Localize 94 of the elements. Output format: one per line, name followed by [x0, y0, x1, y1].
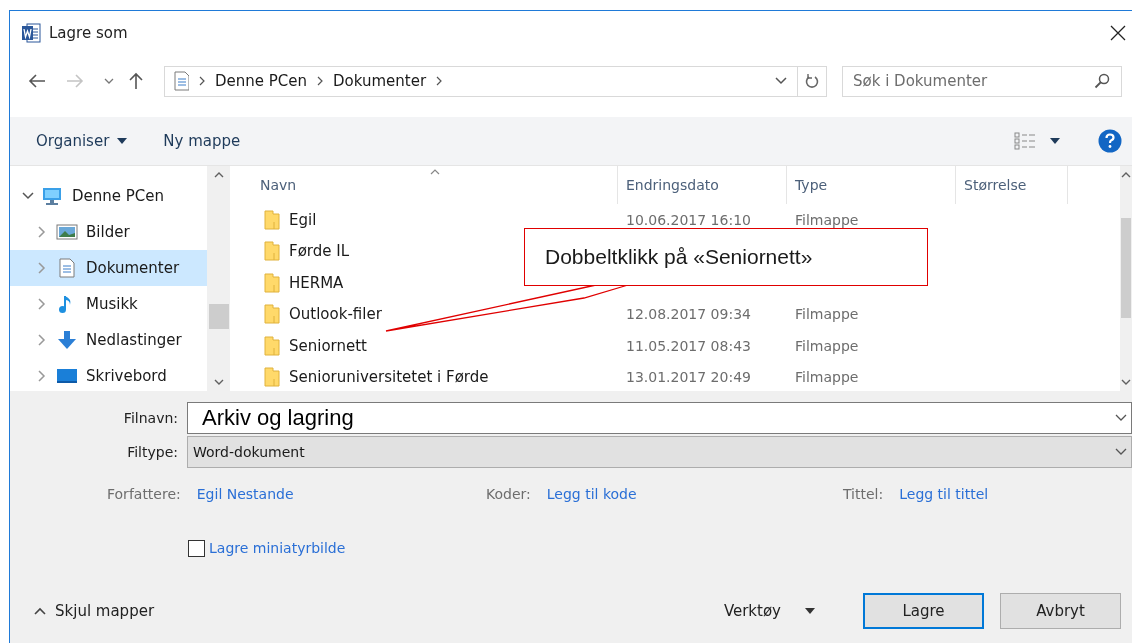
file-name[interactable]: HERMA: [289, 273, 344, 292]
callout-box: Dobbeltklikk på «Seniornett»: [524, 228, 928, 286]
metadata-link[interactable]: Legg til tittel: [899, 486, 989, 502]
picture-icon: [56, 222, 78, 242]
dropdown-chevron-icon[interactable]: [775, 77, 787, 85]
desktop-icon: [56, 366, 78, 386]
scrollbar[interactable]: [207, 166, 230, 391]
download-arrow-icon: [56, 330, 78, 350]
chevron-icon: [436, 76, 443, 86]
modified-date: 12.08.2017 09:34: [626, 306, 751, 323]
view-options-icon[interactable]: [1014, 132, 1036, 150]
search-field[interactable]: Søk i Dokumenter: [842, 65, 1122, 97]
column-header[interactable]: Type: [787, 166, 956, 204]
scroll-down-icon[interactable]: [1121, 379, 1131, 385]
field-label: Filtype:: [126, 444, 179, 460]
dialog-button[interactable]: Avbryt: [1000, 593, 1121, 629]
modified-date: 10.06.2017 16:10: [626, 211, 751, 228]
caret-icon: [805, 608, 815, 614]
document-icon: [171, 71, 189, 91]
chevron-right-icon[interactable]: [36, 226, 48, 238]
scroll-down-icon[interactable]: [213, 379, 224, 385]
scrollbar[interactable]: [1120, 166, 1132, 391]
metadata-label: Tittel:: [843, 486, 884, 502]
folder-icon[interactable]: [264, 335, 280, 356]
file-name[interactable]: Egil: [289, 210, 317, 229]
file-type: Filmappe: [795, 306, 859, 323]
close-icon[interactable]: [1110, 25, 1126, 41]
metadata-label: Koder:: [486, 486, 531, 502]
document-icon: [56, 258, 78, 278]
column-header[interactable]: Endringsdato: [618, 166, 787, 204]
nav-item[interactable]: Musikk: [10, 286, 207, 322]
chevron-down-icon[interactable]: [22, 190, 34, 202]
chevron-right-icon[interactable]: [36, 298, 48, 310]
new-folder-button[interactable]: Ny mappe: [155, 128, 249, 154]
nav-item[interactable]: Skrivebord: [10, 358, 207, 394]
chevron-right-icon[interactable]: [36, 370, 48, 382]
nav-item[interactable]: Bilder: [10, 214, 207, 250]
folder-icon[interactable]: [264, 241, 280, 262]
dropdown-chevron-icon: [1115, 448, 1127, 456]
metadata-link[interactable]: Legg til kode: [546, 486, 637, 502]
chevron-icon: [317, 76, 324, 86]
file-name[interactable]: Senioruniversitetet i Førde: [289, 368, 489, 387]
refresh-icon: [805, 73, 819, 89]
nav-item[interactable]: Nedlastinger: [10, 322, 207, 358]
dialog-button[interactable]: Lagre: [863, 593, 984, 629]
metadata-link[interactable]: Egil Nestande: [196, 486, 294, 502]
column-header[interactable]: Navn: [230, 166, 618, 204]
window-title: Lagre som: [49, 24, 128, 42]
breadcrumb[interactable]: Denne PCen: [215, 72, 308, 90]
tools-menu-button[interactable]: Verktøy: [717, 601, 821, 621]
caret-icon: [117, 138, 128, 144]
search-icon: [1094, 72, 1110, 89]
folder-icon[interactable]: [264, 304, 280, 325]
thumbnail-checkbox[interactable]: [188, 539, 205, 557]
file-type: Filmappe: [795, 337, 859, 354]
chevron-up-icon: [34, 607, 46, 615]
chevron-right-icon[interactable]: [36, 334, 48, 346]
back-arrow-icon[interactable]: [28, 74, 46, 88]
file-type: Filmappe: [795, 211, 859, 228]
organize-menu-button[interactable]: Organiser: [28, 128, 136, 154]
chevron-right-icon[interactable]: [36, 262, 48, 274]
folder-icon[interactable]: [264, 209, 280, 230]
address-bar[interactable]: Denne PCen Dokumenter: [164, 65, 827, 97]
folder-icon[interactable]: [264, 272, 280, 293]
file-name[interactable]: Seniornett: [289, 336, 367, 355]
word-app-icon: [21, 23, 41, 43]
up-arrow-icon[interactable]: [128, 72, 144, 90]
scroll-up-icon[interactable]: [213, 172, 224, 178]
dropdown-chevron-icon[interactable]: [1115, 414, 1127, 422]
breadcrumb[interactable]: Dokumenter: [333, 72, 427, 90]
nav-item[interactable]: Dokumenter: [10, 250, 207, 286]
computer-icon: [42, 186, 64, 206]
column-header[interactable]: Størrelse: [956, 166, 1068, 204]
file-name[interactable]: Førde IL: [289, 242, 349, 261]
file-name[interactable]: Outlook-filer: [289, 305, 382, 324]
file-type: Filmappe: [795, 369, 859, 386]
recent-chevron-icon[interactable]: [104, 78, 114, 84]
scrollbar-thumb[interactable]: [1121, 218, 1131, 318]
help-icon[interactable]: [1098, 129, 1122, 153]
caret-icon[interactable]: [1050, 138, 1060, 144]
filename-field[interactable]: Arkiv og lagring: [187, 402, 1132, 434]
metadata-label: Forfattere:: [107, 486, 181, 502]
checkbox-label[interactable]: Lagre miniatyrbilde: [209, 540, 346, 556]
folder-icon[interactable]: [264, 367, 280, 388]
modified-date: 13.01.2017 20:49: [626, 369, 751, 386]
modified-date: 11.05.2017 08:43: [626, 337, 751, 354]
nav-item[interactable]: Denne PCen: [10, 178, 207, 214]
chevron-icon: [199, 76, 205, 86]
hide-folders-button[interactable]: Skjul mapper: [28, 601, 161, 621]
scrollbar-thumb[interactable]: [208, 304, 229, 329]
scroll-up-icon[interactable]: [1121, 172, 1131, 178]
field-label: Filnavn:: [122, 410, 179, 426]
forward-arrow-icon[interactable]: [66, 74, 84, 88]
file-type-dropdown[interactable]: Word-dokument: [187, 436, 1132, 468]
